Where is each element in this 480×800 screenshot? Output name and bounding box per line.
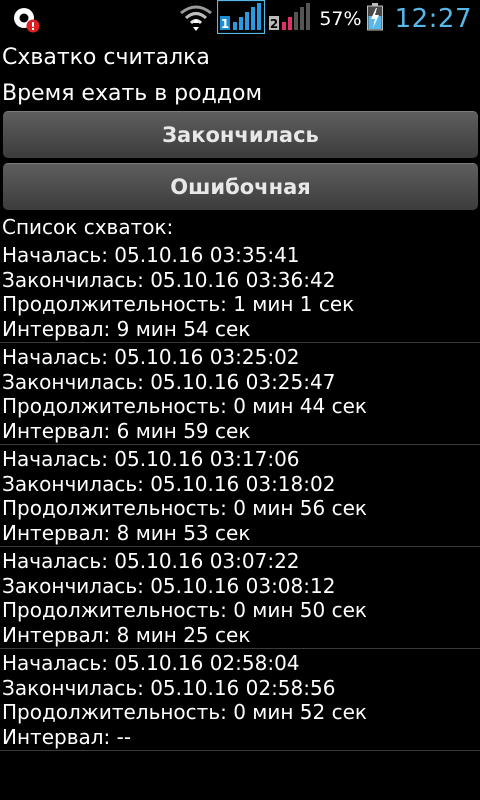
ended-text: Закончилась: 05.10.16 03:08:12 [2,573,336,598]
interval-text: Интервал: 8 мин 25 сек [2,622,251,647]
list-item[interactable]: Началась: 05.10.16 03:17:06 Закончилась:… [0,445,480,547]
contractions-list-header: Список схваток: [2,215,174,239]
clock: 12:27 [394,4,472,34]
interval-text: Интервал: 8 мин 53 сек [2,520,251,545]
finished-button[interactable]: Закончилась [3,111,478,158]
interval-text: Интервал: 9 мин 54 сек [2,316,251,341]
finished-button-label: Закончилась [162,123,319,147]
battery-charging-icon [366,3,383,35]
interval-text: Интервал: -- [2,724,132,749]
status-icons: 1 2 57% 12:27 [179,0,472,38]
battery-percent: 57% [319,8,362,30]
started-text: Началась: 05.10.16 03:35:41 [2,243,300,267]
notification-icon [12,6,40,34]
started-text: Началась: 05.10.16 03:17:06 [2,447,300,471]
started-text: Началась: 05.10.16 02:58:04 [2,651,300,675]
svg-text:2: 2 [270,17,278,31]
status-message: Время ехать в роддом [2,81,263,106]
started-text: Началась: 05.10.16 03:25:02 [2,345,300,369]
svg-text:1: 1 [221,17,229,31]
interval-text: Интервал: 6 мин 59 сек [2,418,251,443]
list-item[interactable]: Началась: 05.10.16 03:07:22 Закончилась:… [0,547,480,649]
duration-text: Продолжительность: 1 мин 1 сек [2,292,355,316]
ended-text: Закончилась: 05.10.16 03:25:47 [2,369,336,394]
started-text: Началась: 05.10.16 03:07:22 [2,549,300,573]
ended-text: Закончилась: 05.10.16 03:36:42 [2,267,336,292]
ended-text: Закончилась: 05.10.16 02:58:56 [2,675,336,700]
contractions-list: Началась: 05.10.16 03:35:41 Закончилась:… [0,241,480,751]
ended-text: Закончилась: 05.10.16 03:18:02 [2,471,336,496]
duration-text: Продолжительность: 0 мин 44 сек [2,394,367,418]
list-item[interactable]: Началась: 05.10.16 03:25:02 Закончилась:… [0,343,480,445]
false-contraction-button[interactable]: Ошибочная [3,163,478,210]
app-title: Схватко считалка [2,45,210,70]
false-contraction-button-label: Ошибочная [170,175,311,199]
list-item[interactable]: Началась: 05.10.16 02:58:04 Закончилась:… [0,649,480,751]
duration-text: Продолжительность: 0 мин 56 сек [2,496,367,520]
duration-text: Продолжительность: 0 мин 52 сек [2,700,367,724]
wifi-icon [179,2,213,36]
duration-text: Продолжительность: 0 мин 50 сек [2,598,367,622]
status-bar: 1 2 57% 12:27 [0,0,480,38]
sim1-signal-icon: 1 [217,0,266,38]
sim2-signal-icon: 2 [269,0,313,38]
list-item[interactable]: Началась: 05.10.16 03:35:41 Закончилась:… [0,241,480,343]
